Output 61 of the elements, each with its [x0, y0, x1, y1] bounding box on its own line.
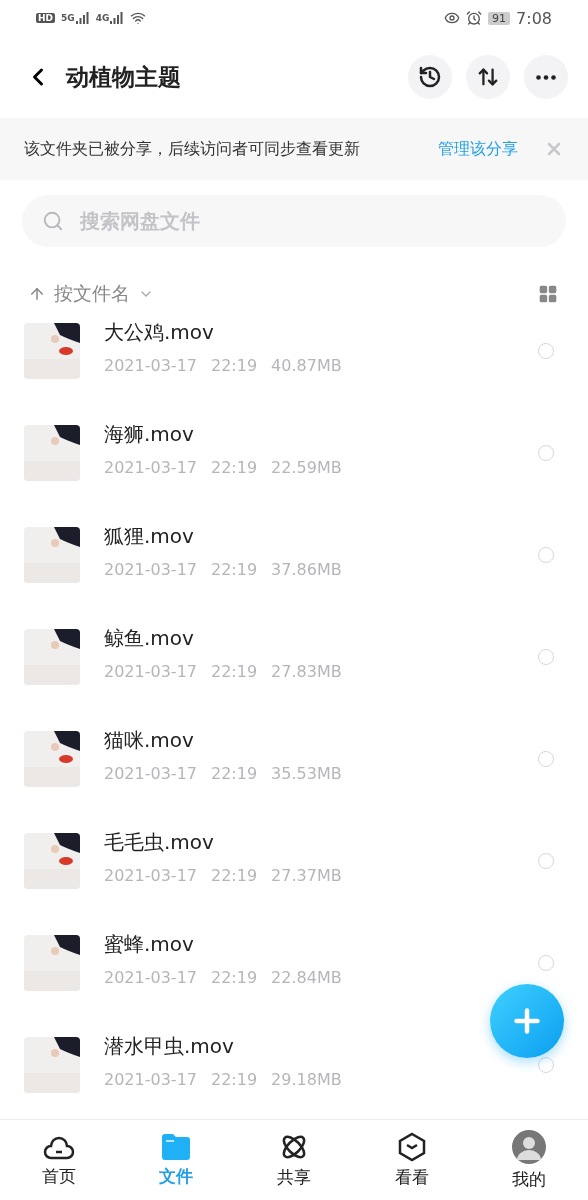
- file-date: 2021-03-17: [104, 1070, 197, 1089]
- file-name[interactable]: 潜水甲虫.mov: [104, 1033, 234, 1060]
- file-time: 22:19: [211, 356, 258, 375]
- alarm-icon: [466, 10, 483, 26]
- more-icon: [536, 74, 556, 80]
- signal-icon: [75, 12, 90, 24]
- network-type: 5G: [61, 13, 75, 23]
- file-size: 37.86MB: [271, 560, 342, 579]
- file-time: 22:19: [211, 866, 258, 885]
- file-size: 29.18MB: [271, 1070, 342, 1089]
- share-message: 该文件夹已被分享，后续访问者可同步查看更新: [24, 138, 361, 160]
- file-date: 2021-03-17: [104, 764, 197, 783]
- network-type: 4G: [95, 13, 110, 23]
- sort-button[interactable]: 按文件名: [54, 281, 130, 307]
- grid-view-icon[interactable]: [538, 284, 558, 304]
- nav-tab[interactable]: 共享: [235, 1131, 353, 1189]
- transfer-button[interactable]: [466, 55, 510, 99]
- file-time: 22:19: [211, 458, 258, 477]
- file-size: 40.87MB: [271, 356, 342, 375]
- file-date: 2021-03-17: [104, 458, 197, 477]
- file-size: 27.37MB: [271, 866, 342, 885]
- hd-indicator: HD: [36, 13, 55, 23]
- file-date: 2021-03-17: [104, 356, 197, 375]
- history-icon: [418, 65, 442, 89]
- nav-tab[interactable]: 首页: [0, 1132, 118, 1188]
- file-name[interactable]: 狐狸.mov: [104, 523, 194, 550]
- folder-icon: [160, 1132, 193, 1161]
- add-button[interactable]: [490, 984, 564, 1058]
- hexagon-icon: [396, 1131, 427, 1162]
- file-time: 22:19: [211, 560, 258, 579]
- file-size: 22.84MB: [271, 968, 342, 987]
- file-time: 22:19: [211, 1070, 258, 1089]
- nav-tab[interactable]: 我的: [470, 1129, 588, 1191]
- file-name[interactable]: 毛毛虫.mov: [104, 829, 214, 856]
- file-name[interactable]: 猫咪.mov: [104, 727, 194, 754]
- file-date: 2021-03-17: [104, 866, 197, 885]
- history-button[interactable]: [408, 55, 452, 99]
- eye-icon: [444, 10, 461, 26]
- nav-tab[interactable]: 看看: [352, 1131, 471, 1189]
- signal-icon: [110, 12, 125, 24]
- file-name[interactable]: 大公鸡.mov: [104, 319, 214, 346]
- file-date: 2021-03-17: [104, 968, 197, 987]
- file-date: 2021-03-17: [104, 560, 197, 579]
- battery-level: 91: [488, 11, 511, 25]
- more-button[interactable]: [524, 55, 568, 99]
- search-icon: [42, 210, 64, 232]
- file-name[interactable]: 鲸鱼.mov: [104, 625, 194, 652]
- avatar-icon: [512, 1129, 547, 1164]
- up-down-arrows-icon: [477, 66, 499, 88]
- file-time: 22:19: [211, 764, 258, 783]
- file-name[interactable]: 海狮.mov: [104, 421, 194, 448]
- folder-title: 动植物主题: [66, 62, 182, 92]
- file-size: 35.53MB: [271, 764, 342, 783]
- file-size: 22.59MB: [271, 458, 342, 477]
- clock-time: 7:08: [516, 8, 552, 28]
- wifi-icon: [130, 10, 147, 26]
- file-size: 27.83MB: [271, 662, 342, 681]
- file-date: 2021-03-17: [104, 662, 197, 681]
- file-name[interactable]: 蜜蜂.mov: [104, 931, 194, 958]
- file-time: 22:19: [211, 662, 258, 681]
- file-time: 22:19: [211, 968, 258, 987]
